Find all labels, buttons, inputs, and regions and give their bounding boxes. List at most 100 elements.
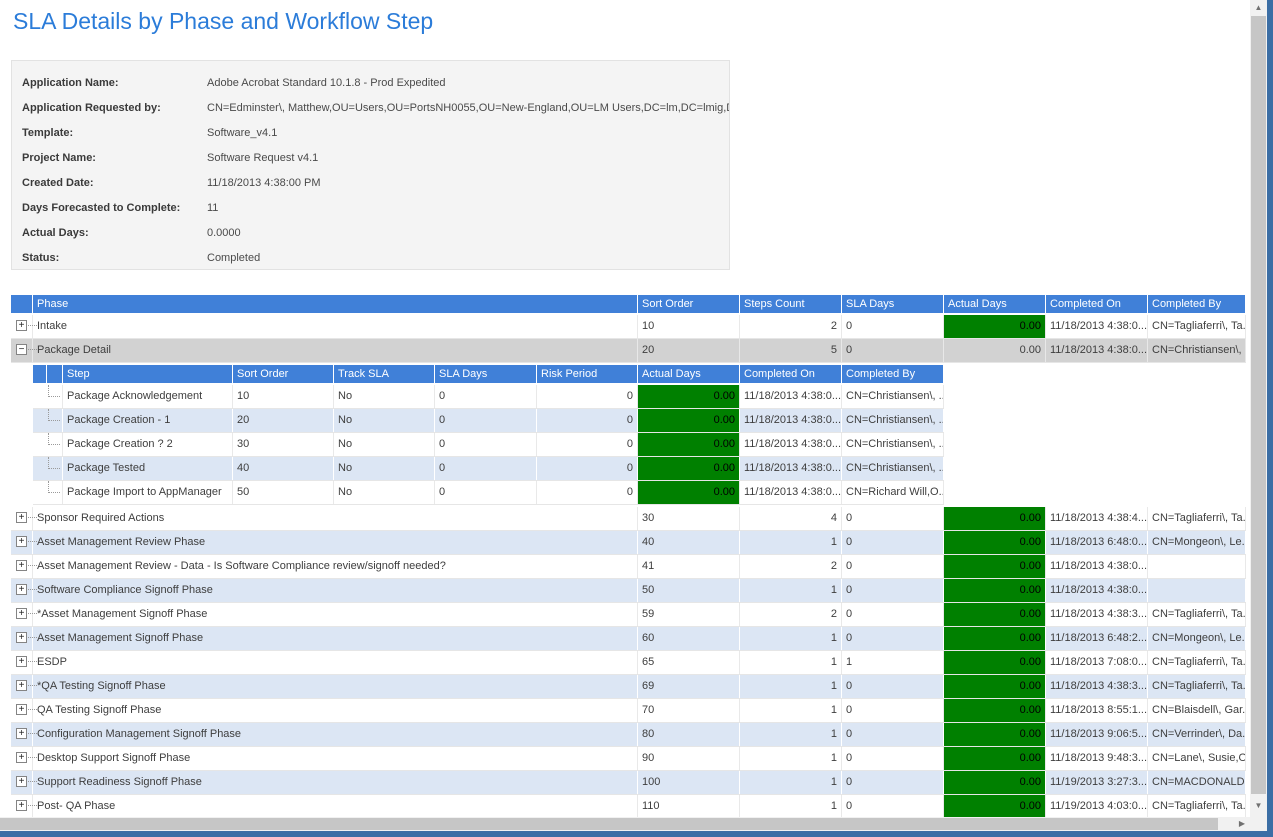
step-row: Package Tested40No000.0011/18/2013 4:38:… bbox=[33, 457, 944, 481]
info-label: Application Name: bbox=[22, 71, 207, 96]
expand-icon[interactable]: + bbox=[16, 512, 27, 523]
sla-days-cell: 1 bbox=[842, 651, 944, 674]
sort-order-cell: 50 bbox=[233, 481, 334, 504]
info-panel: Application Name:Adobe Acrobat Standard … bbox=[11, 60, 730, 270]
completed-by-cell: CN=MACDONALD... bbox=[1148, 771, 1246, 794]
phase-row: +Configuration Management Signoff Phase8… bbox=[11, 723, 1246, 747]
phase-row: +*QA Testing Signoff Phase69100.0011/18/… bbox=[11, 675, 1246, 699]
completed-on-cell: 11/18/2013 6:48:0... bbox=[1046, 531, 1148, 554]
scroll-right-icon[interactable]: ▶ bbox=[1235, 817, 1249, 831]
steps-count-cell: 1 bbox=[740, 675, 842, 698]
risk-period-cell: 0 bbox=[537, 385, 638, 408]
expand-icon[interactable]: + bbox=[16, 680, 27, 691]
actual-days-cell: 0.00 bbox=[944, 723, 1046, 746]
sla-days-cell: 0 bbox=[842, 603, 944, 626]
track-sla-cell: No bbox=[334, 457, 435, 480]
info-row: Application Name:Adobe Acrobat Standard … bbox=[12, 71, 729, 96]
header-cell-completed-on: Completed On bbox=[1046, 295, 1148, 313]
phase-row: +*Asset Management Signoff Phase59200.00… bbox=[11, 603, 1246, 627]
expand-icon[interactable]: + bbox=[16, 752, 27, 763]
completed-by-cell: CN=Tagliaferri\, Ta... bbox=[1148, 507, 1246, 530]
phase-row: −Package Detail20500.0011/18/2013 4:38:0… bbox=[11, 339, 1246, 363]
collapse-icon[interactable]: − bbox=[16, 344, 27, 355]
completed-on-cell: 11/18/2013 4:38:0... bbox=[1046, 579, 1148, 602]
expand-icon[interactable]: + bbox=[16, 776, 27, 787]
risk-period-cell: 0 bbox=[537, 481, 638, 504]
completed-by-cell bbox=[1148, 579, 1246, 602]
completed-by-cell: CN=Mongeon\, Le... bbox=[1148, 531, 1246, 554]
completed-by-cell: CN=Tagliaferri\, Ta... bbox=[1148, 651, 1246, 674]
step-cell: Package Acknowledgement bbox=[63, 385, 233, 408]
header-cell-icon bbox=[11, 295, 33, 313]
expand-icon[interactable]: + bbox=[16, 560, 27, 571]
completed-by-cell: CN=Christiansen\, ... bbox=[842, 457, 944, 480]
vertical-scrollbar[interactable]: ▲ ▼ bbox=[1250, 0, 1267, 817]
scroll-up-icon[interactable]: ▲ bbox=[1250, 0, 1267, 15]
steps-count-cell: 4 bbox=[740, 507, 842, 530]
header-cell-actual-days: Actual Days bbox=[944, 295, 1046, 313]
expand-icon[interactable]: + bbox=[16, 704, 27, 715]
info-label: Template: bbox=[22, 121, 207, 146]
sort-order-cell: 80 bbox=[638, 723, 740, 746]
completed-by-cell: CN=Blaisdell\, Gar... bbox=[1148, 699, 1246, 722]
header-cell-sort-order: Sort Order bbox=[233, 365, 334, 383]
expand-icon[interactable]: + bbox=[16, 656, 27, 667]
track-sla-cell: No bbox=[334, 385, 435, 408]
phase-cell: *Asset Management Signoff Phase bbox=[33, 603, 638, 626]
phase-cell: *QA Testing Signoff Phase bbox=[33, 675, 638, 698]
actual-days-cell: 0.00 bbox=[944, 627, 1046, 650]
completed-by-cell: CN=Richard Will,O... bbox=[842, 481, 944, 504]
tree-expand-cell: + bbox=[11, 771, 33, 794]
completed-on-cell: 11/18/2013 8:55:1... bbox=[1046, 699, 1148, 722]
completed-on-cell: 11/18/2013 9:06:5... bbox=[1046, 723, 1148, 746]
step-cell: Package Tested bbox=[63, 457, 233, 480]
tree-expand-cell: + bbox=[11, 675, 33, 698]
step-row: Package Creation ? 230No000.0011/18/2013… bbox=[33, 433, 944, 457]
tree-connector-cell bbox=[33, 409, 63, 432]
expand-icon[interactable]: + bbox=[16, 536, 27, 547]
risk-period-cell: 0 bbox=[537, 409, 638, 432]
info-value: CN=Edminster\, Matthew,OU=Users,OU=Ports… bbox=[207, 96, 730, 121]
step-cell: Package Creation ? 2 bbox=[63, 433, 233, 456]
phase-cell: Sponsor Required Actions bbox=[33, 507, 638, 530]
completed-on-cell: 11/19/2013 4:03:0... bbox=[1046, 795, 1148, 818]
phase-cell: QA Testing Signoff Phase bbox=[33, 699, 638, 722]
sla-days-cell: 0 bbox=[842, 315, 944, 338]
info-row: Created Date:11/18/2013 4:38:00 PM bbox=[12, 171, 729, 196]
scroll-down-icon[interactable]: ▼ bbox=[1250, 798, 1267, 813]
header-cell-step: Step bbox=[63, 365, 233, 383]
info-row: Application Requested by:CN=Edminster\, … bbox=[12, 96, 729, 121]
phase-cell: Support Readiness Signoff Phase bbox=[33, 771, 638, 794]
tree-expand-cell: + bbox=[11, 747, 33, 770]
sort-order-cell: 40 bbox=[233, 457, 334, 480]
completed-on-cell: 11/18/2013 4:38:0... bbox=[740, 385, 842, 408]
sla-days-cell: 0 bbox=[842, 747, 944, 770]
vertical-scroll-thumb[interactable] bbox=[1251, 16, 1266, 794]
completed-by-cell: CN=Verrinder\, Da... bbox=[1148, 723, 1246, 746]
sla-days-cell: 0 bbox=[435, 409, 537, 432]
header-cell-sort-order: Sort Order bbox=[638, 295, 740, 313]
horizontal-scroll-thumb[interactable] bbox=[0, 818, 1218, 830]
info-label: Application Requested by: bbox=[22, 96, 207, 121]
header-cell-completed-by: Completed By bbox=[842, 365, 944, 383]
actual-days-cell: 0.00 bbox=[944, 603, 1046, 626]
horizontal-scrollbar[interactable]: ▶ bbox=[0, 817, 1250, 831]
step-row: Package Acknowledgement10No000.0011/18/2… bbox=[33, 385, 944, 409]
info-row: Status:Completed bbox=[12, 246, 729, 270]
actual-days-cell: 0.00 bbox=[638, 385, 740, 408]
sort-order-cell: 60 bbox=[638, 627, 740, 650]
header-cell-phase: Phase bbox=[33, 295, 638, 313]
expand-icon[interactable]: + bbox=[16, 584, 27, 595]
completed-by-cell: CN=Mongeon\, Le... bbox=[1148, 627, 1246, 650]
tree-connector-icon bbox=[48, 457, 60, 469]
track-sla-cell: No bbox=[334, 433, 435, 456]
expand-icon[interactable]: + bbox=[16, 728, 27, 739]
actual-days-cell: 0.00 bbox=[638, 433, 740, 456]
expand-icon[interactable]: + bbox=[16, 800, 27, 811]
step-cell: Package Creation - 1 bbox=[63, 409, 233, 432]
expand-icon[interactable]: + bbox=[16, 320, 27, 331]
info-label: Created Date: bbox=[22, 171, 207, 196]
expand-icon[interactable]: + bbox=[16, 608, 27, 619]
actual-days-cell: 0.00 bbox=[638, 409, 740, 432]
expand-icon[interactable]: + bbox=[16, 632, 27, 643]
